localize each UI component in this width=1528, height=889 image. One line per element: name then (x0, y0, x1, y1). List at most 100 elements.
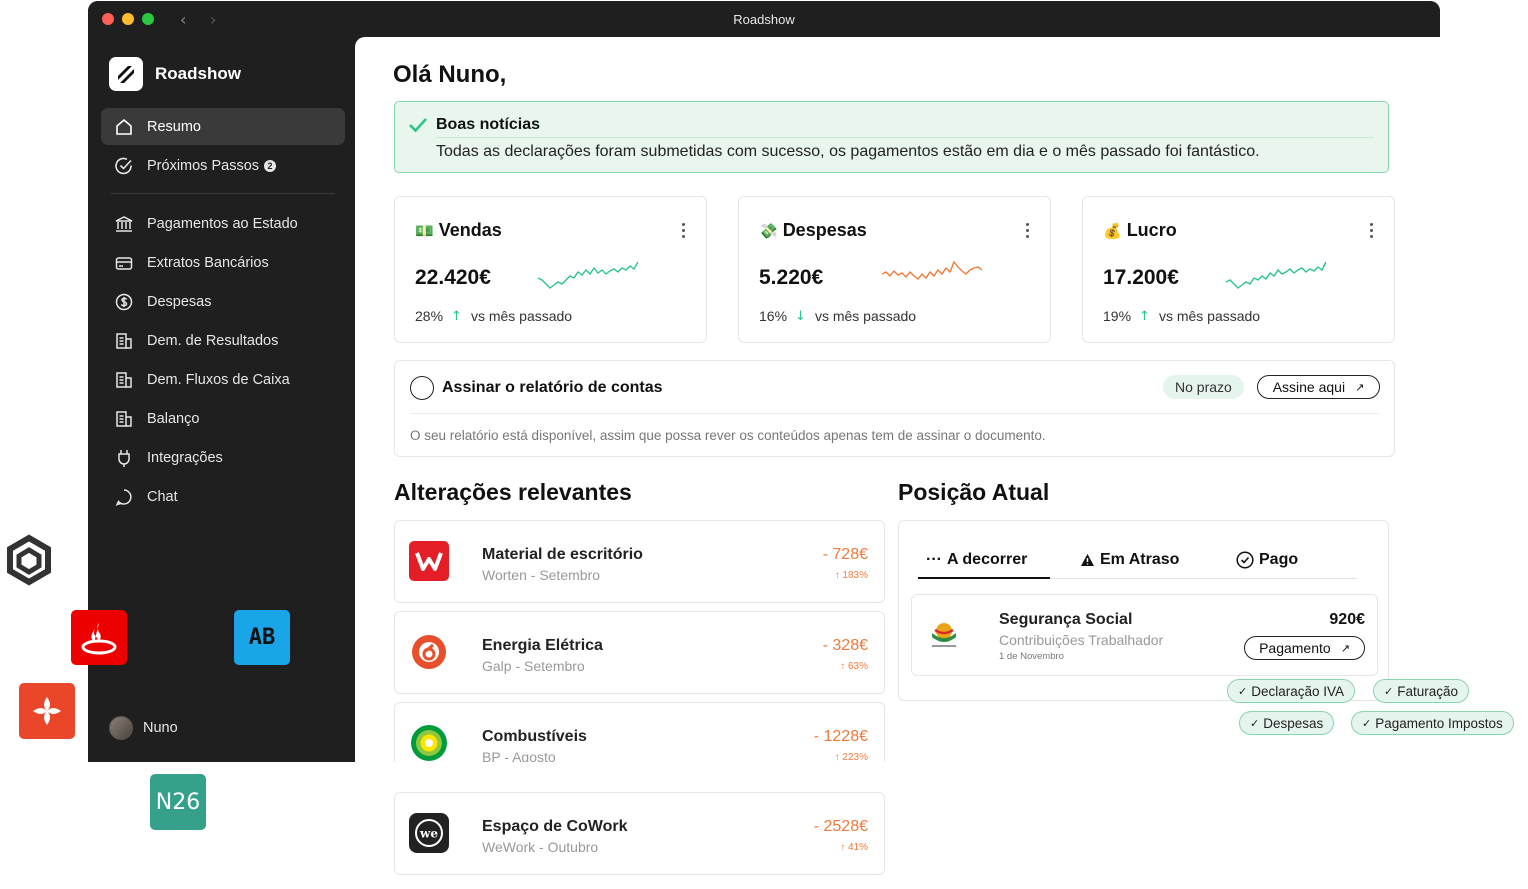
change-name: Combustíveis (482, 728, 587, 745)
check-icon: ✓ (1238, 684, 1248, 698)
page-title: Olá Nuno, (393, 61, 507, 88)
more-options-icon[interactable] (1026, 223, 1030, 241)
check-icon: ✓ (1250, 716, 1260, 730)
list-item[interactable]: Material de escritório Worten - Setembro… (394, 520, 885, 603)
task-divider (410, 413, 1379, 414)
sidebar-item-label: Dem. Fluxos de Caixa (147, 371, 290, 388)
payment-date: 1 de Novembro (999, 651, 1064, 662)
roadshow-logo-icon (109, 57, 143, 91)
tab-active-indicator (918, 577, 1050, 579)
change-amount: - 728€ (822, 546, 868, 563)
kpi-footer: 28% ↑ vs mês passado (415, 308, 572, 324)
tag-pagamento-impostos: ✓ Pagamento Impostos (1351, 711, 1514, 735)
worten-logo-icon (409, 541, 449, 581)
arrow-up-right-icon: ↗ (1340, 641, 1350, 655)
change-percent: ↑ 223% (834, 752, 868, 762)
more-options-icon[interactable] (682, 223, 686, 241)
change-sub: BP - Agosto (482, 749, 556, 762)
payment-sub: Contribuições Trabalhador (999, 632, 1164, 648)
payment-item[interactable]: Segurança Social Contribuições Trabalhad… (911, 594, 1378, 676)
kpi-percent: 19% (1103, 308, 1132, 324)
task-description: O seu relatório está disponível, assim q… (410, 428, 1046, 443)
galp-logo-icon (412, 635, 446, 669)
tag-declaracao-iva: ✓ Declaração IVA (1227, 679, 1356, 703)
nav-divider (111, 193, 335, 194)
kpi-card-lucro: 💰 Lucro 17.200€ 19% ↑ vs mês passado (1082, 196, 1395, 343)
user-name: Nuno (143, 720, 178, 736)
sidebar-item-label: Próximos Passos (147, 157, 260, 174)
cgd-bank-logo-icon (2, 533, 56, 587)
checkmark-icon (409, 118, 427, 133)
list-item[interactable]: Combustíveis BP - Agosto - 1228€ ↑ 223% (394, 702, 885, 762)
chat-icon (115, 488, 132, 506)
payment-button[interactable]: Pagamento ↗ (1244, 636, 1365, 660)
sidebar-item-despesas[interactable]: Despesas (101, 283, 345, 320)
kpi-card-vendas: 💵 Vendas 22.420€ 28% ↑ vs mês passado (394, 196, 707, 343)
kpi-compare: vs mês passado (814, 308, 917, 324)
arrow-up-icon: ↑ (1139, 308, 1150, 324)
change-name: Espaço de CoWork (482, 818, 628, 835)
brand[interactable]: Roadshow (109, 57, 241, 91)
app-window: ‹ › Roadshow Roadshow Resumo Próximos Pa… (88, 1, 1440, 762)
kpi-title-text: Lucro (1126, 220, 1177, 240)
tab-a-decorrer[interactable]: ··· A decorrer (926, 551, 1027, 569)
report-icon (116, 410, 132, 427)
kpi-compare: vs mês passado (470, 308, 573, 324)
tab-label: A decorrer (946, 551, 1028, 568)
tab-label: Em Atraso (1100, 551, 1180, 568)
more-options-icon[interactable] (1370, 223, 1374, 241)
main-content: Olá Nuno, Boas notícias Todas as declara… (355, 37, 1440, 762)
kpi-card-despesas: 💸 Despesas 5.220€ 16% ↓ vs mês passado (738, 196, 1051, 343)
sign-here-button[interactable]: Assine aqui ↗ (1257, 375, 1380, 399)
sidebar-item-label: Despesas (147, 293, 212, 310)
sidebar-item-extratos[interactable]: Extratos Bancários (101, 244, 345, 281)
change-percent: ↑ 63% (840, 661, 868, 672)
sidebar-item-label: Chat (147, 488, 178, 505)
position-title: Posição Atual (898, 479, 1050, 505)
sidebar-item-balanco[interactable]: Balanço (101, 400, 345, 437)
kpi-value: 17.200€ (1103, 266, 1179, 289)
kpi-percent: 28% (415, 308, 444, 324)
svg-text:we: we (419, 827, 438, 841)
task-title: Assinar o relatório de contas (442, 379, 663, 396)
sidebar-item-resumo[interactable]: Resumo (101, 108, 345, 145)
sidebar-item-integracoes[interactable]: Integrações (101, 439, 345, 476)
sidebar-item-chat[interactable]: Chat (101, 478, 345, 515)
sidebar-item-dem-resultados[interactable]: Dem. de Resultados (101, 322, 345, 359)
list-item[interactable]: we Espaço de CoWork WeWork - Outubro - 2… (394, 792, 885, 875)
home-icon (116, 118, 132, 135)
tab-em-atraso[interactable]: Em Atraso (1080, 551, 1179, 569)
sidebar-item-label: Pagamentos ao Estado (147, 215, 298, 232)
list-item[interactable]: Energia Elétrica Galp - Setembro - 328€ … (394, 611, 885, 694)
plug-icon (118, 449, 130, 467)
arrow-down-icon: ↓ (795, 308, 806, 324)
kpi-footer: 19% ↑ vs mês passado (1103, 308, 1260, 324)
window-title: Roadshow (733, 12, 795, 27)
change-amount: - 328€ (822, 637, 868, 654)
wework-logo-icon: we (409, 813, 449, 853)
arrow-up-icon: ↑ (451, 308, 462, 324)
status-badge: No prazo (1163, 375, 1244, 399)
report-icon (116, 371, 132, 388)
warning-icon (1081, 554, 1094, 566)
news-divider (436, 137, 1374, 138)
change-sub: WeWork - Outubro (482, 839, 599, 855)
kpi-footer: 16% ↓ vs mês passado (759, 308, 916, 324)
santander-logo-icon (71, 610, 127, 665)
sidebar-item-pagamentos-estado[interactable]: Pagamentos ao Estado (101, 205, 345, 242)
kpi-title-text: Despesas (782, 220, 867, 240)
check-icon: ✓ (1362, 716, 1372, 730)
tab-pago[interactable]: Pago (1236, 551, 1298, 569)
sidebar-item-dem-fluxos[interactable]: Dem. Fluxos de Caixa (101, 361, 345, 398)
tag-despesas: ✓ Despesas (1239, 711, 1335, 735)
money-bag-icon: 💰 (1103, 221, 1122, 240)
user-profile[interactable]: Nuno (109, 716, 178, 740)
change-sub: Worten - Setembro (482, 567, 601, 583)
sidebar-item-label: Resumo (147, 118, 201, 135)
change-amount: - 2528€ (813, 818, 868, 835)
task-card: Assinar o relatório de contas No prazo A… (394, 360, 1395, 457)
sidebar-item-proximos-passos[interactable]: Próximos Passos 2 (101, 147, 345, 184)
task-checkbox[interactable] (410, 376, 434, 400)
activobank-logo-icon: AB (234, 610, 290, 665)
kpi-title: 💰 Lucro (1103, 220, 1177, 241)
